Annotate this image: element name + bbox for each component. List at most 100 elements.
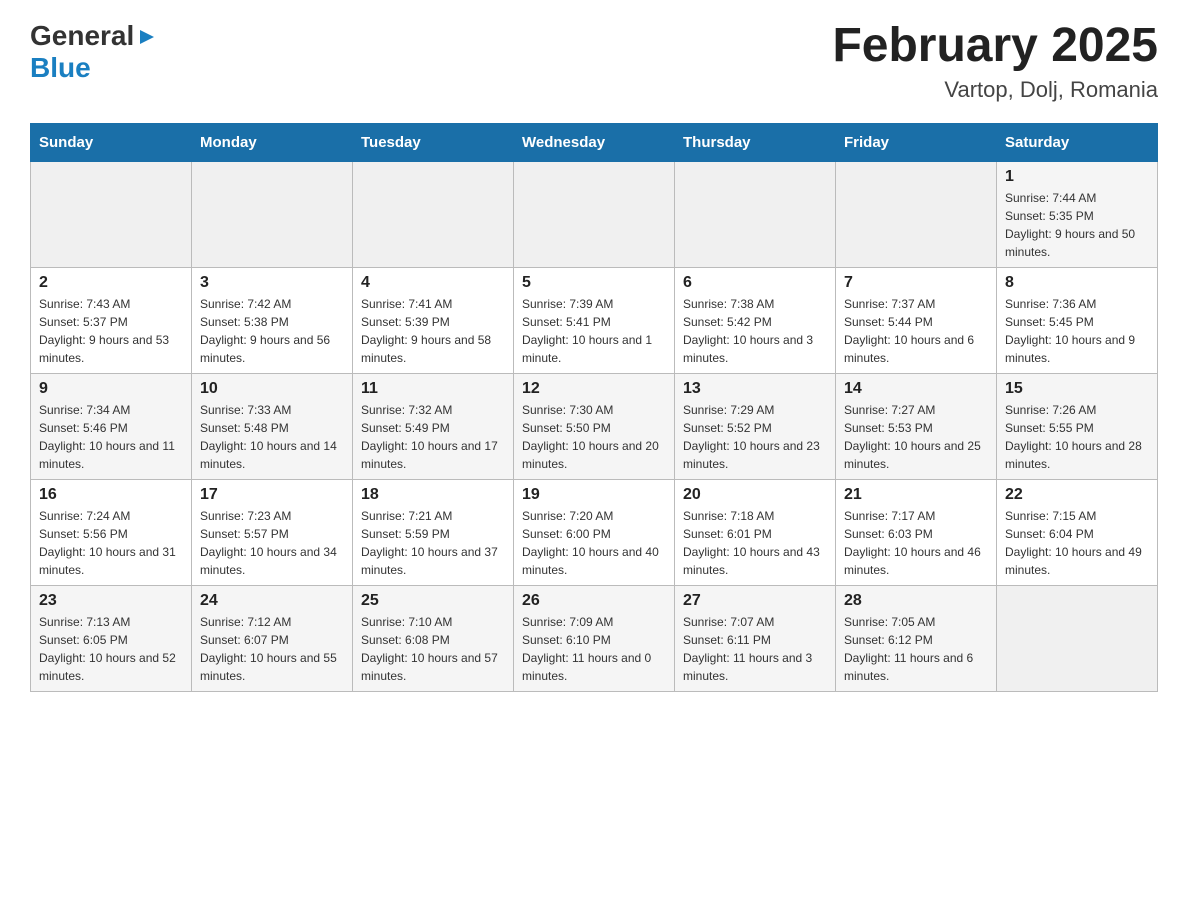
day-number: 23 (39, 592, 183, 610)
calendar-cell: 5 Sunrise: 7:39 AMSunset: 5:41 PMDaylight… (514, 267, 675, 373)
calendar-cell (31, 161, 192, 267)
day-number: 24 (200, 592, 344, 610)
day-info: Sunrise: 7:05 AMSunset: 6:12 PMDaylight:… (844, 613, 988, 685)
day-number: 6 (683, 274, 827, 292)
col-sunday: Sunday (31, 123, 192, 161)
calendar-cell: 19Sunrise: 7:20 AMSunset: 6:00 PMDayligh… (514, 479, 675, 585)
day-info: Sunrise: 7:44 AMSunset: 5:35 PMDaylight:… (1005, 189, 1149, 261)
day-info: Sunrise: 7:29 AMSunset: 5:52 PMDaylight:… (683, 401, 827, 473)
day-info: Sunrise: 7:09 AMSunset: 6:10 PMDaylight:… (522, 613, 666, 685)
day-number: 12 (522, 380, 666, 398)
day-number: 22 (1005, 486, 1149, 504)
calendar-cell: 18Sunrise: 7:21 AMSunset: 5:59 PMDayligh… (353, 479, 514, 585)
day-number: 3 (200, 274, 344, 292)
header-row: Sunday Monday Tuesday Wednesday Thursday… (31, 123, 1158, 161)
day-number: 21 (844, 486, 988, 504)
day-info: Sunrise: 7:12 AMSunset: 6:07 PMDaylight:… (200, 613, 344, 685)
calendar-cell: 22 Sunrise: 7:15 AMSunset: 6:04 PMDayligh… (997, 479, 1158, 585)
day-info: Sunrise: 7:07 AMSunset: 6:11 PMDaylight:… (683, 613, 827, 685)
day-number: 26 (522, 592, 666, 610)
calendar-table: Sunday Monday Tuesday Wednesday Thursday… (30, 123, 1158, 692)
day-info: Sunrise: 7:41 AMSunset: 5:39 PMDaylight:… (361, 295, 505, 367)
day-info: Sunrise: 7:24 AMSunset: 5:56 PMDaylight:… (39, 507, 183, 579)
col-thursday: Thursday (675, 123, 836, 161)
day-number: 13 (683, 380, 827, 398)
day-info: Sunrise: 7:13 AMSunset: 6:05 PMDaylight:… (39, 613, 183, 685)
calendar-cell: 2 Sunrise: 7:43 AMSunset: 5:37 PMDaylight… (31, 267, 192, 373)
calendar-cell: 8Sunrise: 7:36 AMSunset: 5:45 PMDaylight… (997, 267, 1158, 373)
day-number: 17 (200, 486, 344, 504)
calendar-cell: 17 Sunrise: 7:23 AMSunset: 5:57 PMDayligh… (192, 479, 353, 585)
calendar-cell (997, 585, 1158, 691)
calendar-week-row: 23 Sunrise: 7:13 AMSunset: 6:05 PMDayligh… (31, 585, 1158, 691)
day-info: Sunrise: 7:34 AMSunset: 5:46 PMDaylight:… (39, 401, 183, 473)
calendar-cell: 16 Sunrise: 7:24 AMSunset: 5:56 PMDayligh… (31, 479, 192, 585)
day-info: Sunrise: 7:20 AMSunset: 6:00 PMDaylight:… (522, 507, 666, 579)
day-number: 15 (1005, 380, 1149, 398)
day-info: Sunrise: 7:38 AMSunset: 5:42 PMDaylight:… (683, 295, 827, 367)
day-number: 10 (200, 380, 344, 398)
day-number: 16 (39, 486, 183, 504)
day-info: Sunrise: 7:21 AMSunset: 5:59 PMDaylight:… (361, 507, 505, 579)
calendar-week-row: 1Sunrise: 7:44 AMSunset: 5:35 PMDaylight… (31, 161, 1158, 267)
day-number: 14 (844, 380, 988, 398)
calendar-cell: 15 Sunrise: 7:26 AMSunset: 5:55 PMDayligh… (997, 373, 1158, 479)
day-info: Sunrise: 7:33 AMSunset: 5:48 PMDaylight:… (200, 401, 344, 473)
calendar-cell: 13 Sunrise: 7:29 AMSunset: 5:52 PMDayligh… (675, 373, 836, 479)
calendar-cell: 27 Sunrise: 7:07 AMSunset: 6:11 PMDayligh… (675, 585, 836, 691)
calendar-cell: 10 Sunrise: 7:33 AMSunset: 5:48 PMDayligh… (192, 373, 353, 479)
calendar-cell: 23 Sunrise: 7:13 AMSunset: 6:05 PMDayligh… (31, 585, 192, 691)
calendar-cell: 11 Sunrise: 7:32 AMSunset: 5:49 PMDayligh… (353, 373, 514, 479)
day-number: 25 (361, 592, 505, 610)
calendar-cell: 25Sunrise: 7:10 AMSunset: 6:08 PMDayligh… (353, 585, 514, 691)
calendar-cell: 14 Sunrise: 7:27 AMSunset: 5:53 PMDayligh… (836, 373, 997, 479)
day-info: Sunrise: 7:37 AMSunset: 5:44 PMDaylight:… (844, 295, 988, 367)
calendar-cell: 6 Sunrise: 7:38 AMSunset: 5:42 PMDaylight… (675, 267, 836, 373)
calendar-cell: 28 Sunrise: 7:05 AMSunset: 6:12 PMDayligh… (836, 585, 997, 691)
calendar-body: 1Sunrise: 7:44 AMSunset: 5:35 PMDaylight… (31, 161, 1158, 691)
col-friday: Friday (836, 123, 997, 161)
day-number: 28 (844, 592, 988, 610)
day-number: 4 (361, 274, 505, 292)
logo-general-text: General (30, 20, 134, 52)
calendar-header: Sunday Monday Tuesday Wednesday Thursday… (31, 123, 1158, 161)
day-info: Sunrise: 7:26 AMSunset: 5:55 PMDaylight:… (1005, 401, 1149, 473)
day-info: Sunrise: 7:23 AMSunset: 5:57 PMDaylight:… (200, 507, 344, 579)
day-number: 5 (522, 274, 666, 292)
calendar-cell: 4 Sunrise: 7:41 AMSunset: 5:39 PMDaylight… (353, 267, 514, 373)
day-info: Sunrise: 7:43 AMSunset: 5:37 PMDaylight:… (39, 295, 183, 367)
calendar-cell: 3Sunrise: 7:42 AMSunset: 5:38 PMDaylight… (192, 267, 353, 373)
day-info: Sunrise: 7:32 AMSunset: 5:49 PMDaylight:… (361, 401, 505, 473)
calendar-week-row: 2 Sunrise: 7:43 AMSunset: 5:37 PMDaylight… (31, 267, 1158, 373)
calendar-cell (836, 161, 997, 267)
day-number: 27 (683, 592, 827, 610)
day-number: 20 (683, 486, 827, 504)
col-monday: Monday (192, 123, 353, 161)
calendar-week-row: 16 Sunrise: 7:24 AMSunset: 5:56 PMDayligh… (31, 479, 1158, 585)
calendar-title: February 2025 (832, 20, 1158, 73)
calendar-cell (675, 161, 836, 267)
day-info: Sunrise: 7:15 AMSunset: 6:04 PMDaylight:… (1005, 507, 1149, 579)
calendar-cell (353, 161, 514, 267)
day-info: Sunrise: 7:30 AMSunset: 5:50 PMDaylight:… (522, 401, 666, 473)
day-number: 9 (39, 380, 183, 398)
calendar-subtitle: Vartop, Dolj, Romania (832, 77, 1158, 103)
logo: General Blue (30, 20, 158, 84)
day-info: Sunrise: 7:39 AMSunset: 5:41 PMDaylight:… (522, 295, 666, 367)
day-info: Sunrise: 7:27 AMSunset: 5:53 PMDaylight:… (844, 401, 988, 473)
calendar-cell: 1Sunrise: 7:44 AMSunset: 5:35 PMDaylight… (997, 161, 1158, 267)
calendar-cell: 9 Sunrise: 7:34 AMSunset: 5:46 PMDaylight… (31, 373, 192, 479)
calendar-cell: 26 Sunrise: 7:09 AMSunset: 6:10 PMDayligh… (514, 585, 675, 691)
day-info: Sunrise: 7:18 AMSunset: 6:01 PMDaylight:… (683, 507, 827, 579)
day-number: 2 (39, 274, 183, 292)
day-number: 11 (361, 380, 505, 398)
calendar-cell (192, 161, 353, 267)
calendar-cell: 20 Sunrise: 7:18 AMSunset: 6:01 PMDayligh… (675, 479, 836, 585)
day-number: 7 (844, 274, 988, 292)
logo-blue-text: Blue (30, 52, 91, 84)
page-header: General Blue February 2025 Vartop, Dolj,… (30, 20, 1158, 103)
logo-arrow-icon (136, 26, 158, 48)
col-saturday: Saturday (997, 123, 1158, 161)
calendar-cell: 7 Sunrise: 7:37 AMSunset: 5:44 PMDaylight… (836, 267, 997, 373)
col-tuesday: Tuesday (353, 123, 514, 161)
